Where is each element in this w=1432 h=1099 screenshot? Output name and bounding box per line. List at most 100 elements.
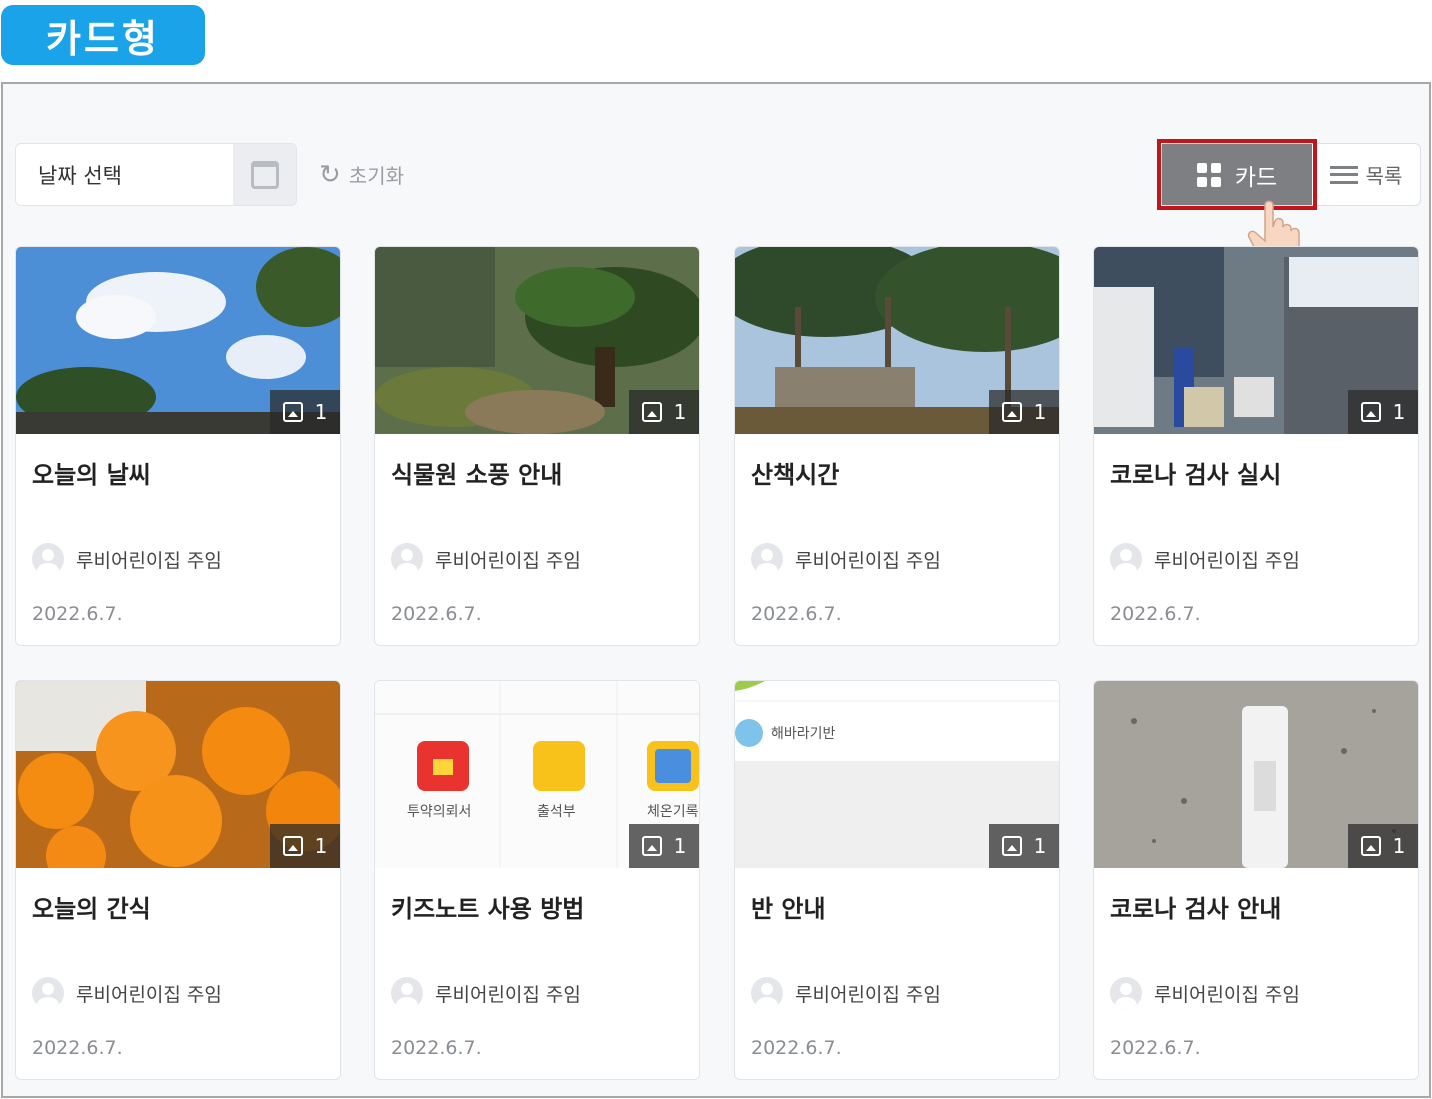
post-title: 반 안내 <box>751 895 826 923</box>
image-icon <box>641 402 662 422</box>
post-date: 2022.6.7. <box>391 603 482 625</box>
post-card[interactable]: 투약의뢰서 출석부 체온기록 1 키즈노트 사용 방법 루비어린이집 주임 20… <box>374 680 700 1080</box>
post-card[interactable]: 1 오늘의 간식 루비어린이집 주임 2022.6.7. <box>15 680 341 1080</box>
image-count-badge: 1 <box>1348 390 1418 434</box>
image-count-badge: 1 <box>629 824 699 868</box>
image-count: 1 <box>1392 400 1406 424</box>
author-name: 루비어린이집 주임 <box>435 983 581 1006</box>
post-author: 루비어린이집 주임 <box>32 543 222 575</box>
post-author: 루비어린이집 주임 <box>1110 543 1300 575</box>
card-type-badge: 카드형 <box>1 5 205 65</box>
post-card[interactable]: 1 오늘의 날씨 루비어린이집 주임 2022.6.7. <box>15 246 341 646</box>
post-author: 루비어린이집 주임 <box>32 977 222 1009</box>
post-thumbnail: 투약의뢰서 출석부 체온기록 1 <box>375 681 699 868</box>
author-name: 루비어린이집 주임 <box>435 549 581 572</box>
card-view-button[interactable]: 카드 <box>1157 139 1317 210</box>
post-date: 2022.6.7. <box>32 603 123 625</box>
author-name: 루비어린이집 주임 <box>795 549 941 572</box>
image-icon <box>1360 836 1381 856</box>
post-title: 코로나 검사 안내 <box>1110 895 1282 923</box>
date-picker[interactable]: 날짜 선택 <box>15 143 297 206</box>
reset-button[interactable]: ↻ 초기화 <box>319 143 404 206</box>
post-title: 코로나 검사 실시 <box>1110 461 1282 489</box>
image-count: 1 <box>314 400 328 424</box>
post-thumbnail: 1 <box>16 247 340 434</box>
post-author: 루비어린이집 주임 <box>1110 977 1300 1009</box>
app-label: 투약의뢰서 <box>407 804 472 820</box>
post-card[interactable]: 1 코로나 검사 실시 루비어린이집 주임 2022.6.7. <box>1093 246 1419 646</box>
image-count: 1 <box>673 834 687 858</box>
image-count-badge: 1 <box>1348 824 1418 868</box>
page: 카드형 날짜 선택 ↻ 초기화 카드 목록 1 오늘의 날씨 루비어린이집 주임… <box>0 0 1432 1099</box>
image-count: 1 <box>1033 400 1047 424</box>
post-title: 식물원 소풍 안내 <box>391 461 563 489</box>
avatar <box>1110 977 1142 1009</box>
grid-icon <box>1196 162 1221 187</box>
date-input[interactable]: 날짜 선택 <box>16 144 233 205</box>
post-thumbnail: 1 <box>16 681 340 868</box>
post-author: 루비어린이집 주임 <box>391 977 581 1009</box>
post-author: 루비어린이집 주임 <box>751 543 941 575</box>
app-label: 출석부 <box>537 804 576 820</box>
image-count: 1 <box>673 400 687 424</box>
avatar <box>32 543 64 575</box>
image-count: 1 <box>1033 834 1047 858</box>
list-view-label: 목록 <box>1365 164 1403 188</box>
post-thumbnail: 1 <box>1094 681 1418 868</box>
post-thumbnail: 1 <box>1094 247 1418 434</box>
post-card[interactable]: 해바라기반 1 반 안내 루비어린이집 주임 2022.6.7. <box>734 680 1060 1080</box>
image-icon <box>1001 836 1022 856</box>
post-card[interactable]: 1 코로나 검사 안내 루비어린이집 주임 2022.6.7. <box>1093 680 1419 1080</box>
calendar-button[interactable] <box>233 144 296 205</box>
avatar <box>32 977 64 1009</box>
post-thumbnail: 1 <box>735 247 1059 434</box>
class-name-label: 해바라기반 <box>771 726 836 742</box>
image-count-badge: 1 <box>989 390 1059 434</box>
post-card[interactable]: 1 산책시간 루비어린이집 주임 2022.6.7. <box>734 246 1060 646</box>
image-count-badge: 1 <box>270 824 340 868</box>
post-title: 오늘의 날씨 <box>32 461 151 489</box>
image-icon <box>1360 402 1381 422</box>
post-title: 산책시간 <box>751 461 840 489</box>
post-date: 2022.6.7. <box>1110 603 1201 625</box>
avatar <box>391 977 423 1009</box>
post-date: 2022.6.7. <box>1110 1037 1201 1059</box>
reset-label: 초기화 <box>348 164 404 188</box>
post-thumbnail: 1 <box>375 247 699 434</box>
post-date: 2022.6.7. <box>751 1037 842 1059</box>
post-author: 루비어린이집 주임 <box>751 977 941 1009</box>
image-count: 1 <box>1392 834 1406 858</box>
avatar <box>751 977 783 1009</box>
post-thumbnail: 해바라기반 1 <box>735 681 1059 868</box>
post-date: 2022.6.7. <box>751 603 842 625</box>
calendar-icon <box>250 160 279 189</box>
image-count: 1 <box>314 834 328 858</box>
avatar <box>1110 543 1142 575</box>
avatar <box>391 543 423 575</box>
image-icon <box>641 836 662 856</box>
image-count-badge: 1 <box>629 390 699 434</box>
avatar <box>751 543 783 575</box>
list-view-button[interactable]: 목록 <box>1312 144 1420 205</box>
author-name: 루비어린이집 주임 <box>76 983 222 1006</box>
refresh-icon: ↻ <box>319 159 341 190</box>
board-frame: 날짜 선택 ↻ 초기화 카드 목록 1 오늘의 날씨 루비어린이집 주임 202… <box>1 82 1431 1098</box>
post-date: 2022.6.7. <box>391 1037 482 1059</box>
image-count-badge: 1 <box>270 390 340 434</box>
author-name: 루비어린이집 주임 <box>1154 549 1300 572</box>
post-author: 루비어린이집 주임 <box>391 543 581 575</box>
post-date: 2022.6.7. <box>32 1037 123 1059</box>
image-icon <box>282 402 303 422</box>
author-name: 루비어린이집 주임 <box>795 983 941 1006</box>
image-icon <box>282 836 303 856</box>
card-view-label: 카드 <box>1234 164 1278 191</box>
author-name: 루비어린이집 주임 <box>1154 983 1300 1006</box>
post-card[interactable]: 1 식물원 소풍 안내 루비어린이집 주임 2022.6.7. <box>374 246 700 646</box>
app-label: 체온기록 <box>647 804 699 820</box>
image-count-badge: 1 <box>989 824 1059 868</box>
image-icon <box>1001 402 1022 422</box>
list-icon <box>1329 165 1358 184</box>
author-name: 루비어린이집 주임 <box>76 549 222 572</box>
post-title: 오늘의 간식 <box>32 895 151 923</box>
post-title: 키즈노트 사용 방법 <box>391 895 585 923</box>
